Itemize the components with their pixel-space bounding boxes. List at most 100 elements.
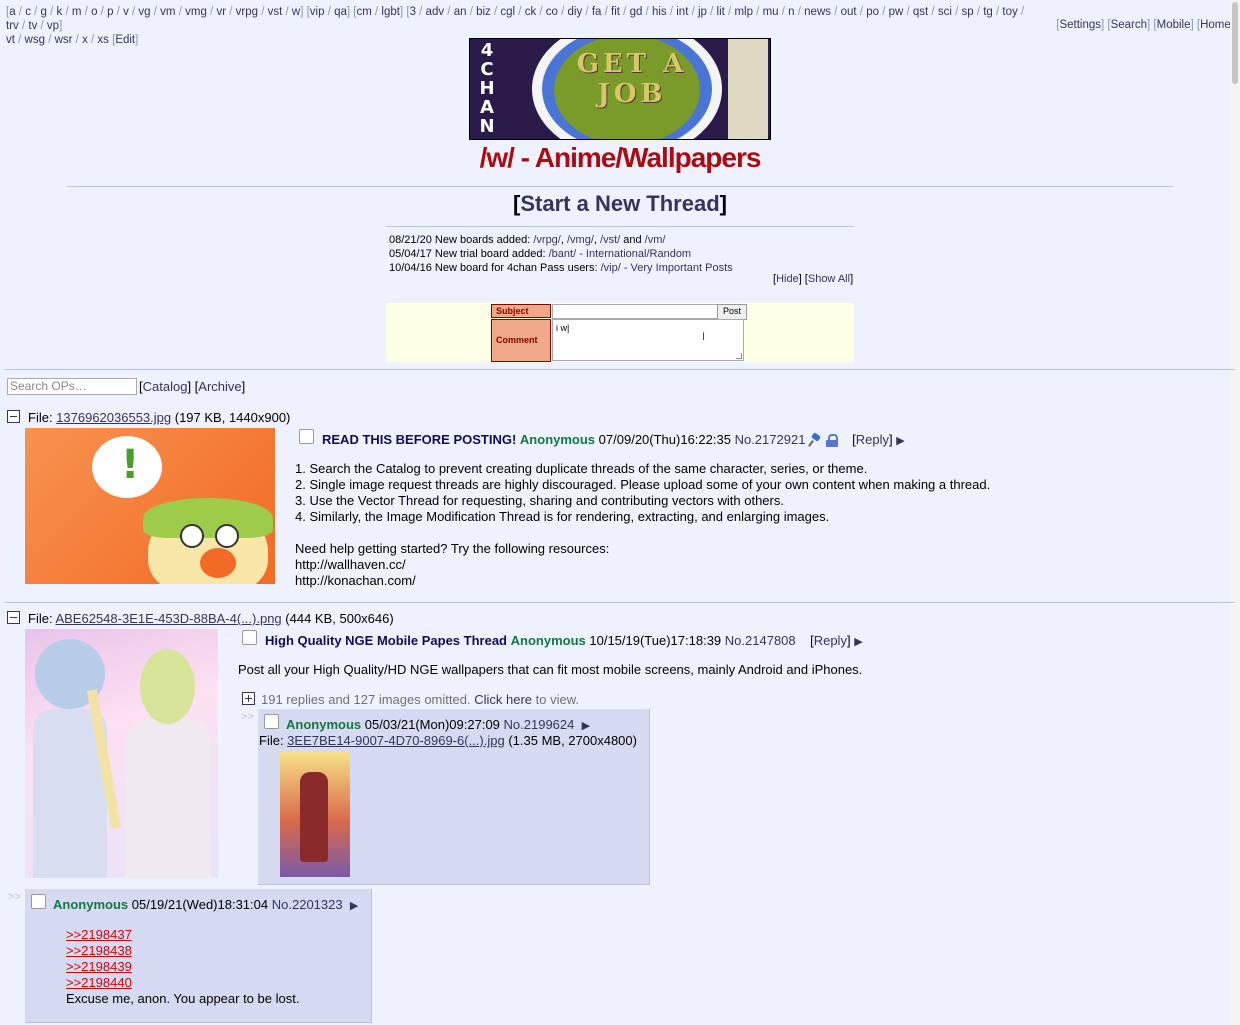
board-link[interactable]: qst	[913, 6, 928, 18]
board-link[interactable]: lit	[717, 6, 725, 18]
board-link[interactable]: vip	[310, 6, 325, 18]
board-link[interactable]: xs	[97, 34, 109, 46]
board-link[interactable]: cm	[356, 6, 371, 18]
board-link[interactable]: gd	[630, 6, 643, 18]
news-link[interactable]: /vmg/	[567, 234, 594, 246]
scrollbar-thumb[interactable]	[1232, 2, 1238, 84]
board-link[interactable]: adv	[426, 6, 445, 18]
news-link[interactable]: /vrpg/	[533, 234, 561, 246]
news-date: 08/21/20	[389, 234, 432, 246]
quote-link[interactable]: >>2198440	[66, 975, 299, 991]
board-link[interactable]: news	[804, 6, 831, 18]
reply-thumbnail[interactable]	[280, 752, 350, 877]
board-link[interactable]: jp	[698, 6, 707, 18]
top-link-mobile[interactable]: Mobile	[1157, 19, 1191, 31]
board-link[interactable]: lgbt	[381, 6, 400, 18]
board-link[interactable]: vp	[47, 20, 59, 32]
top-link-home[interactable]: Home	[1200, 19, 1231, 31]
board-link[interactable]: diy	[568, 6, 583, 18]
news-link[interactable]: /bant/ - International/Random	[549, 248, 691, 260]
board-link[interactable]: vg	[138, 6, 150, 18]
board-link[interactable]: pw	[889, 6, 904, 18]
quote-link[interactable]: >>2198439	[66, 959, 299, 975]
board-link[interactable]: vm	[160, 6, 175, 18]
board-link[interactable]: int	[676, 6, 688, 18]
board-link[interactable]: mlp	[734, 6, 753, 18]
show-all-news-link[interactable]: Show All	[808, 273, 850, 285]
board-link[interactable]: mu	[763, 6, 779, 18]
subject-input[interactable]	[552, 304, 720, 319]
board-link[interactable]: cgl	[500, 6, 515, 18]
thread-thumbnail[interactable]	[25, 629, 218, 878]
nav-separator: /	[879, 6, 889, 18]
board-link[interactable]: w	[292, 6, 300, 18]
board-link[interactable]: his	[652, 6, 667, 18]
post-checkbox[interactable]	[299, 429, 314, 444]
news-controls: [Hide] [Show All]	[773, 273, 854, 285]
nav-separator: /	[536, 6, 546, 18]
hide-news-link[interactable]: Hide	[776, 273, 799, 285]
board-link[interactable]: biz	[476, 6, 491, 18]
file-link[interactable]: 1376962036553.jpg	[56, 410, 171, 425]
news-link[interactable]: /vm/	[645, 234, 666, 246]
board-link[interactable]: co	[546, 6, 558, 18]
catalog-link[interactable]: Catalog	[143, 379, 188, 394]
news-link[interactable]: /vip/ - Very Important Posts	[601, 262, 733, 274]
board-link[interactable]: tv	[28, 20, 37, 32]
quote-link[interactable]: >>2198437	[66, 927, 299, 943]
post-number[interactable]: No.2147808	[725, 633, 796, 648]
board-link[interactable]: vt	[6, 34, 15, 46]
board-banner[interactable]: GET A JOB 4CHAN	[469, 38, 771, 140]
file-link[interactable]: 3EE7BE14-9007-4D70-8969-6(...).jpg	[287, 733, 505, 748]
board-link[interactable]: vmg	[185, 6, 207, 18]
board-link[interactable]: fit	[611, 6, 620, 18]
board-link[interactable]: fa	[592, 6, 602, 18]
post-number[interactable]: No.2172921	[735, 432, 806, 447]
top-link-search[interactable]: Search	[1111, 19, 1147, 31]
board-link[interactable]: out	[841, 6, 857, 18]
resize-handle[interactable]	[736, 353, 742, 359]
board-link[interactable]: toy	[1002, 6, 1017, 18]
post-checkbox[interactable]	[242, 630, 257, 645]
board-link[interactable]: sci	[938, 6, 952, 18]
hide-thread-icon[interactable]	[7, 611, 20, 624]
board-link[interactable]: po	[866, 6, 879, 18]
quote-link[interactable]: >>2198438	[66, 943, 299, 959]
post-menu-arrow-icon[interactable]: ▶	[854, 636, 862, 648]
news-link[interactable]: /vst/	[600, 234, 620, 246]
post-number[interactable]: No.2199624	[504, 717, 575, 732]
reply-link[interactable]: Reply	[856, 432, 889, 447]
board-link[interactable]: vst	[268, 6, 283, 18]
nav-separator: /	[62, 6, 72, 18]
archive-link[interactable]: Archive	[198, 379, 241, 394]
expand-thread-icon[interactable]	[242, 692, 255, 705]
thread-thumbnail[interactable]: !	[25, 428, 275, 584]
board-link[interactable]: ck	[525, 6, 537, 18]
file-link[interactable]: ABE62548-3E1E-453D-88BA-4(...).png	[55, 611, 281, 626]
post-menu-arrow-icon[interactable]: ▶	[582, 720, 590, 732]
search-ops-input[interactable]: Search OPs…	[7, 378, 137, 395]
edit-nav-link[interactable]: Edit	[115, 34, 135, 46]
post-checkbox[interactable]	[31, 894, 46, 909]
click-here-link[interactable]: Click here	[474, 692, 532, 707]
board-link[interactable]: wsg	[25, 34, 45, 46]
board-link[interactable]: vr	[216, 6, 226, 18]
post-menu-arrow-icon[interactable]: ▶	[896, 435, 904, 447]
banner-logo: 4CHAN	[479, 40, 495, 137]
post-number[interactable]: No.2201323	[272, 897, 343, 912]
comment-textarea[interactable]: i w|	[552, 319, 744, 361]
board-link[interactable]: tg	[983, 6, 993, 18]
post-checkbox[interactable]	[264, 714, 279, 729]
post-button[interactable]: Post	[717, 304, 747, 320]
board-link[interactable]: qa	[334, 6, 347, 18]
hide-thread-icon[interactable]	[7, 410, 20, 423]
reply-link[interactable]: Reply	[814, 633, 847, 648]
start-new-thread-link[interactable]: Start a New Thread	[520, 191, 719, 216]
board-link[interactable]: an	[454, 6, 467, 18]
board-link[interactable]: wsr	[55, 34, 73, 46]
top-link-settings[interactable]: Settings	[1059, 19, 1101, 31]
post-menu-arrow-icon[interactable]: ▶	[350, 900, 358, 912]
board-link[interactable]: vrpg	[236, 6, 258, 18]
board-link[interactable]: trv	[6, 20, 19, 32]
board-link[interactable]: sp	[961, 6, 973, 18]
